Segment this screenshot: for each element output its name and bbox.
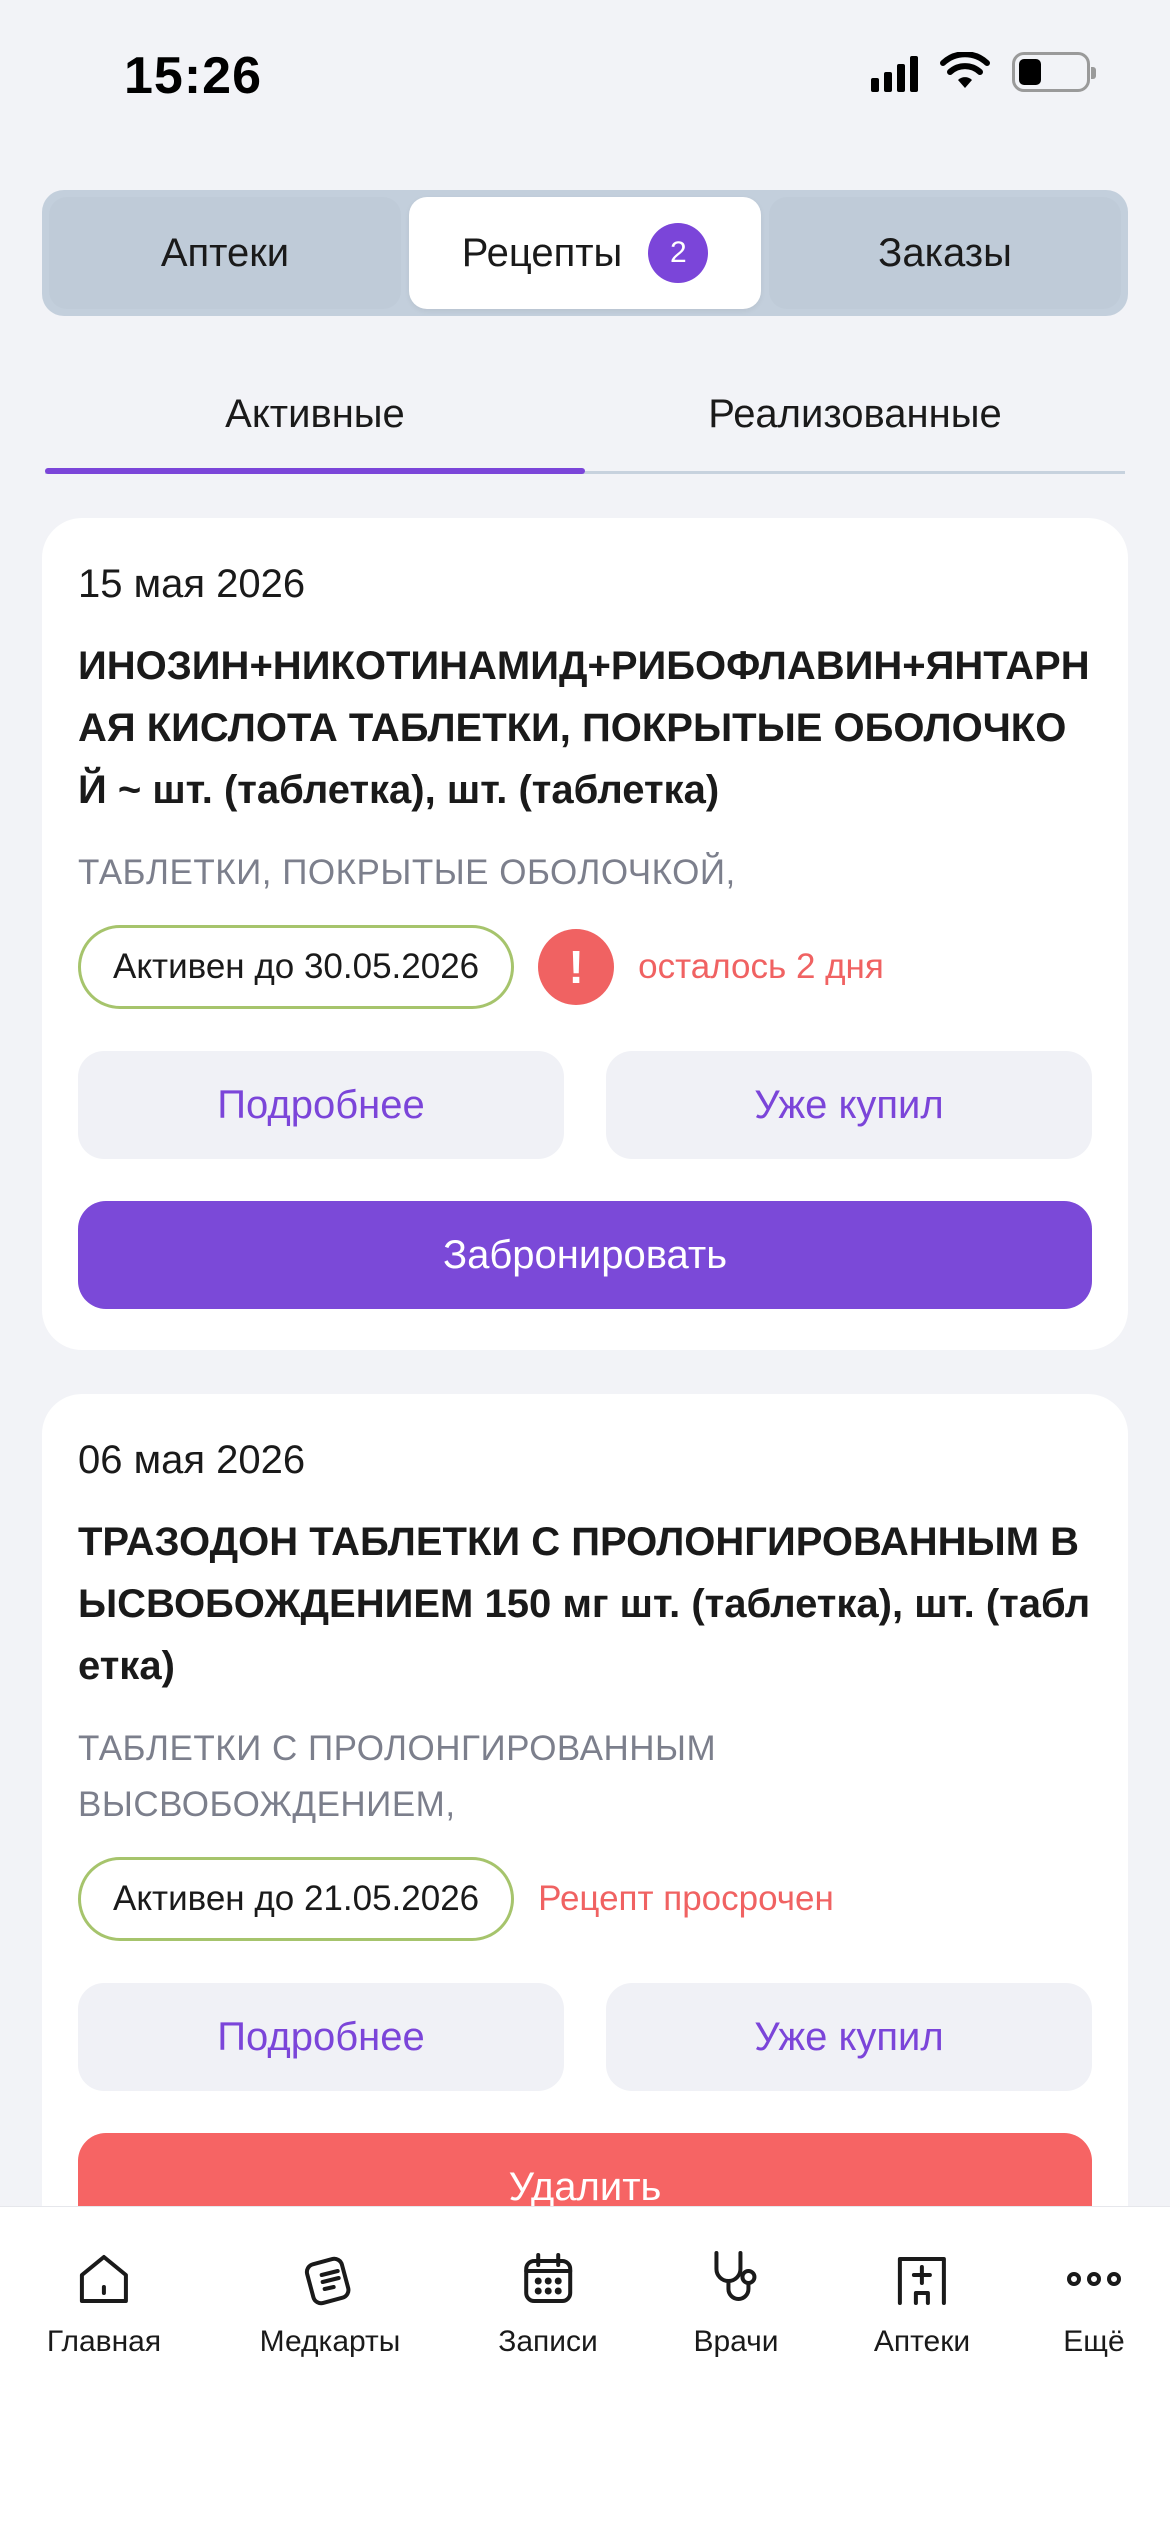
nav-item-doctors[interactable]: Врачи bbox=[693, 2247, 779, 2359]
segment-label: Заказы bbox=[878, 230, 1012, 275]
nav-label: Записи bbox=[498, 2325, 598, 2358]
nav-label: Ещё bbox=[1063, 2325, 1125, 2358]
medcard-icon bbox=[305, 2256, 351, 2306]
already-bought-button[interactable]: Уже купил bbox=[606, 1983, 1092, 2091]
status-time: 15:26 bbox=[124, 47, 262, 105]
pharmacy-icon bbox=[897, 2257, 946, 2305]
cellular-signal-icon bbox=[871, 52, 918, 92]
nav-item-more[interactable]: Ещё bbox=[1062, 2247, 1126, 2359]
segment-prescriptions[interactable]: Рецепты 2 bbox=[409, 197, 761, 309]
status-icons bbox=[871, 52, 1096, 92]
prescription-date: 06 мая 2026 bbox=[78, 1438, 306, 1482]
nav-label: Врачи bbox=[693, 2325, 779, 2358]
nav-item-pharmacies[interactable]: Аптеки bbox=[874, 2247, 970, 2359]
details-button[interactable]: Подробнее bbox=[78, 1051, 564, 1159]
stethoscope-icon bbox=[713, 2251, 756, 2301]
warning-icon: ! bbox=[538, 929, 615, 1005]
card-buttons: Подробнее Уже купил bbox=[78, 1051, 1092, 1159]
status-badge: Активен до 30.05.2026 bbox=[78, 925, 515, 1009]
status-row: Активен до 30.05.2026 ! осталось 2 дня bbox=[78, 925, 1092, 1009]
tab-active[interactable]: Активные bbox=[45, 378, 585, 474]
calendar-icon bbox=[523, 2253, 572, 2303]
nav-item-home[interactable]: Главная bbox=[47, 2247, 161, 2359]
prescription-card: 15 мая 2026 ИНОЗИН+НИКОТИНАМИД+РИБОФЛАВИ… bbox=[42, 518, 1128, 1350]
tab-label: Активные bbox=[225, 392, 405, 436]
section-segmented-control: Аптеки Рецепты 2 Заказы bbox=[42, 190, 1128, 316]
prescription-status-tabs: Активные Реализованные bbox=[45, 378, 1125, 474]
home-icon bbox=[80, 2255, 128, 2303]
segment-label: Аптеки bbox=[160, 230, 290, 275]
nav-label: Медкарты bbox=[259, 2325, 401, 2358]
status-bar: 15:26 bbox=[0, 0, 1170, 150]
wifi-icon bbox=[940, 52, 990, 88]
segment-orders[interactable]: Заказы bbox=[769, 197, 1121, 309]
prescription-title: ИНОЗИН+НИКОТИНАМИД+РИБОФЛАВИН+ЯНТАРНАЯ К… bbox=[78, 644, 1090, 812]
nav-label: Главная bbox=[46, 2325, 162, 2358]
battery-icon bbox=[1012, 52, 1096, 92]
more-icon bbox=[1067, 2272, 1121, 2286]
segment-pharmacies[interactable]: Аптеки bbox=[49, 197, 401, 309]
already-bought-button[interactable]: Уже купил bbox=[606, 1051, 1092, 1159]
card-buttons: Подробнее Уже купил bbox=[78, 1983, 1092, 2091]
nav-item-appointments[interactable]: Записи bbox=[498, 2247, 598, 2359]
details-button[interactable]: Подробнее bbox=[78, 1983, 564, 2091]
tab-label: Реализованные bbox=[708, 392, 1002, 436]
expired-text: Рецепт просрочен bbox=[538, 1879, 834, 1918]
status-row: Активен до 21.05.2026 Рецепт просрочен bbox=[78, 1857, 1092, 1941]
prescription-title: ТРАЗОДОН ТАБЛЕТКИ С ПРОЛОНГИРОВАННЫМ ВЫС… bbox=[78, 1520, 1091, 1688]
expiry-warning-text: осталось 2 дня bbox=[638, 947, 884, 986]
prescription-form: ТАБЛЕТКИ, ПОКРЫТЫЕ ОБОЛОЧКОЙ, bbox=[78, 853, 736, 892]
bottom-navigation: Главная Медкарты Записи Врачи Аптеки Ещё bbox=[0, 2206, 1170, 2532]
prescription-card: 06 мая 2026 ТРАЗОДОН ТАБЛЕТКИ С ПРОЛОНГИ… bbox=[42, 1394, 1128, 2294]
nav-item-medcards[interactable]: Медкарты bbox=[259, 2247, 401, 2359]
prescription-date: 15 мая 2026 bbox=[78, 562, 306, 606]
tab-fulfilled[interactable]: Реализованные bbox=[585, 378, 1125, 471]
prescription-form: ТАБЛЕТКИ С ПРОЛОНГИРОВАННЫМ ВЫСВОБОЖДЕНИ… bbox=[78, 1729, 717, 1824]
reserve-button[interactable]: Забронировать bbox=[78, 1201, 1092, 1309]
count-badge: 2 bbox=[648, 223, 709, 283]
status-badge: Активен до 21.05.2026 bbox=[78, 1857, 515, 1941]
segment-label: Рецепты bbox=[461, 230, 623, 275]
nav-label: Аптеки bbox=[873, 2325, 971, 2358]
